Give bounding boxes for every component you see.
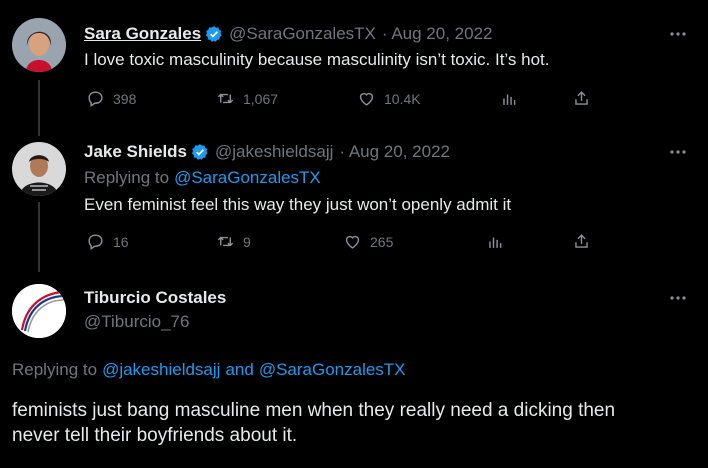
like-count: 265 [370, 233, 394, 250]
avatar-image [12, 142, 66, 196]
tweet-date[interactable]: · Aug 20, 2022 [339, 142, 450, 162]
replying-to-label: Replying to [12, 360, 98, 379]
tweet-text: I love toxic masculinity because masculi… [84, 50, 550, 69]
author-name[interactable]: Jake Shields [84, 142, 187, 162]
author-name[interactable]: Tiburcio Costales [84, 288, 226, 308]
like-button[interactable]: 265 [343, 232, 393, 251]
reply-button[interactable]: 398 [86, 89, 136, 108]
views-icon [503, 94, 516, 105]
like-icon [359, 92, 374, 106]
avatar-image [12, 284, 66, 338]
more-icon[interactable] [668, 26, 688, 42]
verified-badge-icon [206, 26, 222, 42]
tweet-date[interactable]: · Aug 20, 2022 [382, 24, 493, 44]
like-button[interactable]: 10.4K [357, 89, 421, 108]
thread-line [38, 80, 40, 136]
reply-icon [88, 91, 103, 107]
views-button[interactable] [500, 89, 519, 108]
like-count: 10.4K [384, 90, 421, 107]
author-handle[interactable]: @SaraGonzalesTX [229, 24, 376, 44]
retweet-count: 1,067 [243, 90, 279, 107]
tweet-text: feminists just bang masculine men when t… [12, 398, 615, 448]
retweet-count: 9 [243, 233, 251, 250]
tweet-text-line: feminists just bang masculine men when t… [12, 400, 616, 421]
avatar[interactable] [12, 284, 66, 338]
retweet-button[interactable]: 9 [216, 232, 251, 251]
tweet-text-line: never tell their boyfriends about it. [12, 425, 298, 446]
share-icon [575, 91, 588, 105]
share-button[interactable] [572, 89, 591, 108]
replying-to-and: and [225, 360, 254, 379]
replying-to-link[interactable]: @SaraGonzalesTX [174, 168, 321, 188]
verified-badge-icon [191, 144, 208, 160]
share-icon [575, 234, 588, 248]
author-handle[interactable]: @jakeshieldsajj [215, 142, 333, 162]
views-button[interactable] [486, 232, 505, 251]
author-name[interactable]: Sara Gonzales [84, 24, 201, 44]
share-button[interactable] [572, 232, 591, 251]
author-handle[interactable]: @Tiburcio_76 [84, 312, 189, 332]
thread-line [38, 202, 40, 272]
avatar-image [12, 18, 66, 72]
reply-count: 398 [113, 90, 137, 107]
reply-icon [88, 234, 103, 250]
views-icon [489, 237, 502, 248]
like-icon [345, 235, 360, 249]
replying-to-link[interactable]: @SaraGonzalesTX [259, 360, 406, 380]
retweet-button[interactable]: 1,067 [216, 89, 278, 108]
retweet-icon [217, 93, 234, 104]
reply-count: 16 [113, 233, 129, 250]
avatar[interactable] [12, 18, 66, 72]
replying-to-link[interactable]: @jakeshieldsajj [102, 360, 220, 380]
avatar[interactable] [12, 142, 66, 196]
reply-button[interactable]: 16 [86, 232, 129, 251]
more-icon[interactable] [668, 290, 688, 306]
more-icon[interactable] [668, 144, 688, 160]
tweet-text: Even feminist feel this way they just wo… [84, 195, 512, 214]
retweet-icon [217, 236, 234, 247]
replying-to-label: Replying to [84, 168, 170, 187]
